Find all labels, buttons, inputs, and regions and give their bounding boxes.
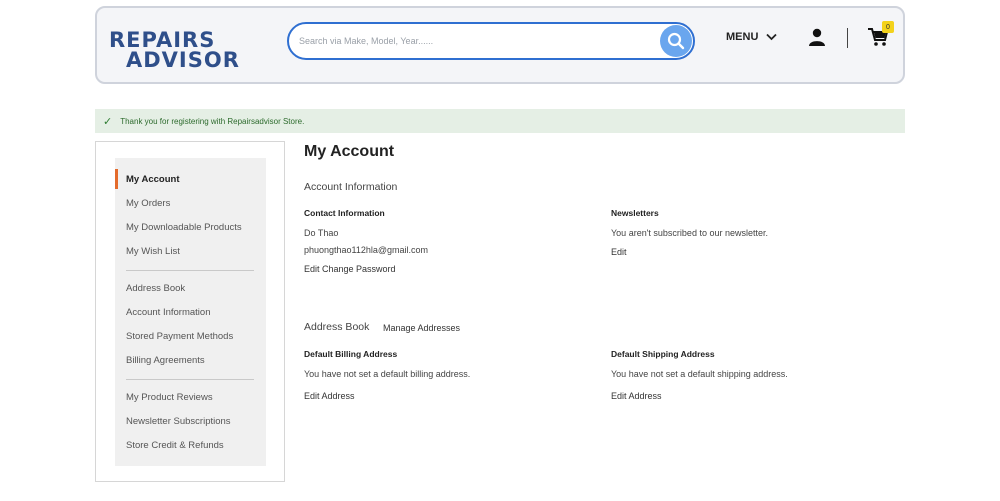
- success-message-text: Thank you for registering with Repairsad…: [120, 116, 305, 126]
- manage-addresses-link[interactable]: Manage Addresses: [383, 323, 460, 333]
- search-button[interactable]: [660, 25, 692, 57]
- sidebar-item-address-book[interactable]: Address Book: [126, 283, 185, 294]
- sidebar-item-product-reviews[interactable]: My Product Reviews: [126, 392, 213, 403]
- sidebar-divider: [126, 270, 254, 271]
- change-password-link[interactable]: Change Password: [322, 264, 396, 274]
- menu-label: MENU: [726, 31, 759, 43]
- sidebar-item-account-information[interactable]: Account Information: [126, 307, 211, 318]
- default-billing-address-title: Default Billing Address: [304, 349, 398, 359]
- newsletters-title: Newsletters: [611, 208, 659, 218]
- user-icon[interactable]: [807, 27, 827, 47]
- sidebar-item-store-credit-refunds[interactable]: Store Credit & Refunds: [126, 440, 224, 451]
- sidebar-divider: [126, 379, 254, 380]
- sidebar-item-downloadable-products[interactable]: My Downloadable Products: [126, 222, 242, 233]
- active-item-marker: [115, 169, 118, 189]
- search-icon: [667, 32, 685, 50]
- checkmark-icon: ✓: [103, 115, 113, 128]
- search-bar: [287, 22, 695, 60]
- edit-contact-link[interactable]: Edit: [304, 264, 320, 274]
- customer-name: Do Thao: [304, 228, 339, 238]
- customer-email: phuongthao112hla@gmail.com: [304, 245, 429, 255]
- billing-address-text: You have not set a default billing addre…: [304, 369, 471, 379]
- newsletter-status: You aren't subscribed to our newsletter.: [611, 228, 768, 238]
- edit-billing-address-link[interactable]: Edit Address: [304, 391, 355, 401]
- sidebar-item-my-account: My Account: [126, 174, 180, 185]
- header-divider: [847, 28, 848, 48]
- contact-information-title: Contact Information: [304, 208, 385, 218]
- search-input[interactable]: [299, 33, 639, 49]
- sidebar-item-my-orders[interactable]: My Orders: [126, 198, 170, 209]
- edit-shipping-address-link[interactable]: Edit Address: [611, 391, 662, 401]
- page-title: My Account: [304, 143, 395, 160]
- menu-button[interactable]: MENU: [726, 31, 778, 43]
- logo-line-2: ADVISOR: [126, 48, 240, 72]
- sidebar-item-billing-agreements[interactable]: Billing Agreements: [126, 355, 205, 366]
- site-header: REPAIRS ADVISOR MENU 0: [95, 6, 905, 84]
- address-book-heading: Address Book: [304, 321, 370, 333]
- shipping-address-text: You have not set a default shipping addr…: [611, 369, 788, 379]
- site-logo[interactable]: REPAIRS ADVISOR: [109, 26, 249, 72]
- cart-count-badge: 0: [882, 21, 894, 33]
- sidebar-item-stored-payment-methods[interactable]: Stored Payment Methods: [126, 331, 233, 342]
- account-sidebar: My Account My Orders My Downloadable Pro…: [95, 141, 285, 482]
- default-shipping-address-title: Default Shipping Address: [611, 349, 715, 359]
- edit-newsletter-link[interactable]: Edit: [611, 247, 627, 257]
- account-information-heading: Account Information: [304, 181, 398, 193]
- sidebar-item-wish-list[interactable]: My Wish List: [126, 246, 180, 257]
- chevron-down-icon: [766, 33, 778, 41]
- sidebar-item-newsletter-subscriptions[interactable]: Newsletter Subscriptions: [126, 416, 231, 427]
- account-nav: My Account My Orders My Downloadable Pro…: [115, 158, 266, 466]
- success-message: ✓ Thank you for registering with Repairs…: [95, 109, 905, 133]
